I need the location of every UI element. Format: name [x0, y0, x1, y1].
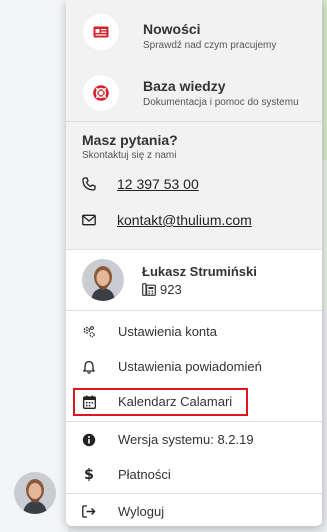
knowledge-base-title: Baza wiedzy	[143, 77, 226, 94]
calendar-item[interactable]: Kalendarz Calamari	[66, 384, 322, 419]
highlight-box	[73, 388, 248, 416]
account-settings-item[interactable]: Ustawienia konta	[66, 314, 322, 349]
news-title: Nowości	[143, 21, 201, 37]
dollar-icon: $	[84, 466, 94, 483]
logout-icon	[82, 505, 96, 519]
news-item[interactable]: Nowości Sprawdź nad czym pracujemy	[66, 0, 322, 65]
phone-row: 12 397 53 00	[82, 174, 322, 194]
info-icon	[82, 433, 96, 447]
features-section: Nowości Sprawdź nad czym pracujemy Baza …	[66, 0, 322, 121]
payments-item[interactable]: $ Płatności	[66, 457, 322, 492]
news-subtitle: Sprawdź nad czym pracujemy	[143, 40, 277, 51]
bell-icon	[82, 360, 96, 374]
user-info: Łukasz Strumiński 923	[66, 249, 322, 311]
contact-section: Masz pytania? Skontaktuj się z nami 12 3…	[66, 121, 322, 249]
user-extension: 923	[142, 282, 257, 297]
system-version-item[interactable]: Wersja systemu: 8.2.19	[66, 422, 322, 457]
logout-label: Wyloguj	[118, 504, 165, 519]
logout-item[interactable]: Wyloguj	[66, 494, 322, 526]
phone-icon	[82, 177, 96, 191]
desk-phone-icon	[142, 282, 156, 296]
news-icon-circle	[83, 14, 119, 50]
avatar	[82, 259, 124, 301]
knowledge-base-subtitle: Dokumentacja i pomoc do systemu	[143, 96, 299, 108]
system-version-label: Wersja systemu: 8.2.19	[118, 432, 254, 447]
payments-label: Płatności	[118, 467, 171, 482]
contact-subheading: Skontaktuj się z nami	[82, 150, 177, 161]
knowledge-base-icon-circle	[83, 75, 119, 111]
background-sidebar	[0, 0, 68, 532]
user-name: Łukasz Strumiński	[142, 263, 257, 279]
lifebuoy-icon	[93, 85, 109, 101]
email-link[interactable]: kontakt@thulium.com	[117, 212, 252, 228]
user-avatar-button[interactable]	[14, 472, 56, 514]
email-row: kontakt@thulium.com	[82, 210, 322, 230]
envelope-icon	[82, 214, 96, 226]
user-dropdown-menu: Nowości Sprawdź nad czym pracujemy Baza …	[66, 0, 322, 526]
news-card-icon	[93, 26, 109, 38]
phone-link[interactable]: 12 397 53 00	[117, 176, 199, 192]
extension-number: 923	[160, 281, 182, 297]
notification-settings-item[interactable]: Ustawienia powiadomień	[66, 349, 322, 384]
account-settings-label: Ustawienia konta	[118, 324, 217, 339]
notification-settings-label: Ustawienia powiadomień	[118, 359, 262, 374]
knowledge-base-item[interactable]: Baza wiedzy Dokumentacja i pomoc do syst…	[66, 65, 322, 121]
gears-icon	[82, 325, 96, 339]
contact-heading: Masz pytania?	[82, 132, 178, 148]
